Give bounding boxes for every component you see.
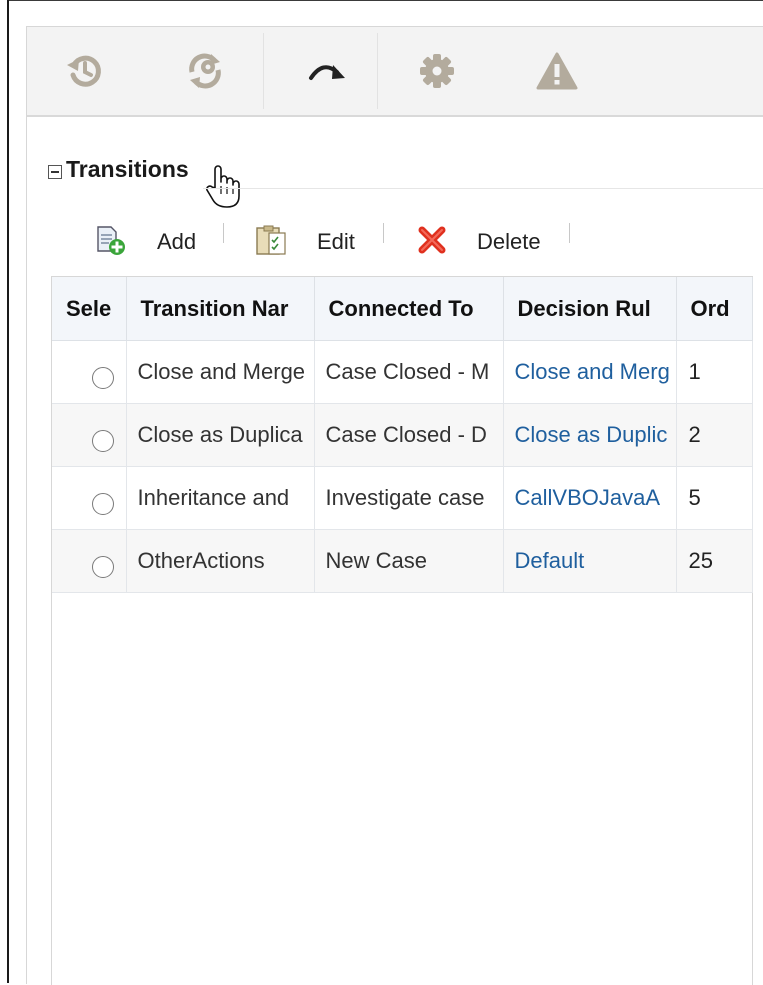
row-select-radio[interactable] <box>92 367 114 389</box>
hand-pointer-cursor-icon <box>205 164 241 215</box>
action-divider <box>223 223 224 243</box>
table-header-row: Sele Transition Nar Connected To Decisio… <box>52 277 753 341</box>
decision-rule-link[interactable]: CallVBOJavaA <box>503 466 677 530</box>
add-document-icon <box>95 225 127 263</box>
transitions-table: Sele Transition Nar Connected To Decisio… <box>51 276 753 985</box>
delete-x-icon <box>417 225 447 261</box>
order-cell: 25 <box>676 529 753 593</box>
row-select-radio[interactable] <box>92 493 114 515</box>
edit-clipboard-icon <box>255 225 287 263</box>
toolbar-divider <box>377 33 378 109</box>
redo-button[interactable] <box>293 27 363 115</box>
top-toolbar <box>27 27 763 117</box>
edit-label: Edit <box>317 229 355 254</box>
warnings-button[interactable] <box>527 27 587 115</box>
collapse-icon[interactable] <box>48 165 62 179</box>
section-divider <box>203 188 763 189</box>
transitions-panel: Transitions Add Edit Delete Sele Transit… <box>26 26 763 985</box>
warning-icon <box>535 51 579 91</box>
column-header-select[interactable]: Sele <box>52 277 127 341</box>
order-cell: 2 <box>676 403 753 467</box>
transition-name-cell: Close as Duplica <box>126 403 315 467</box>
connected-to-cell: Case Closed - D <box>314 403 504 467</box>
redo-arrow-icon <box>307 56 349 86</box>
toolbar-divider <box>263 33 264 109</box>
refresh-settings-button[interactable] <box>175 27 235 115</box>
history-button[interactable] <box>55 27 115 115</box>
table-row[interactable]: Close as Duplica Case Closed - D Close a… <box>52 403 753 467</box>
decision-rule-link[interactable]: Default <box>503 529 677 593</box>
connected-to-cell: New Case <box>314 529 504 593</box>
transitions-section-header[interactable]: Transitions <box>48 155 189 183</box>
transition-name-cell: Inheritance and <box>126 466 315 530</box>
decision-rule-link[interactable]: Close as Duplic <box>503 403 677 467</box>
order-cell: 5 <box>676 466 753 530</box>
delete-label: Delete <box>477 229 541 254</box>
table-row[interactable]: Close and Merge Case Closed - M Close an… <box>52 340 753 404</box>
window-top-border <box>7 0 763 1</box>
gear-icon <box>417 51 457 91</box>
row-select-radio[interactable] <box>92 556 114 578</box>
column-header-connected-to[interactable]: Connected To <box>314 277 504 341</box>
transition-name-cell: OtherActions <box>126 529 315 593</box>
section-title: Transitions <box>66 155 189 182</box>
column-header-transition-name[interactable]: Transition Nar <box>126 277 315 341</box>
settings-button[interactable] <box>407 27 467 115</box>
refresh-gear-icon <box>184 50 226 92</box>
history-icon <box>65 51 105 91</box>
column-header-order[interactable]: Ord <box>676 277 753 341</box>
column-header-decision-rule[interactable]: Decision Rul <box>503 277 677 341</box>
row-select-radio[interactable] <box>92 430 114 452</box>
connected-to-cell: Investigate case <box>314 466 504 530</box>
action-divider <box>569 223 570 243</box>
decision-rule-link[interactable]: Close and Merg <box>503 340 677 404</box>
order-cell: 1 <box>676 340 753 404</box>
add-label: Add <box>157 229 197 254</box>
transition-name-cell: Close and Merge <box>126 340 315 404</box>
action-divider <box>383 223 384 243</box>
connected-to-cell: Case Closed - M <box>314 340 504 404</box>
window-left-border <box>7 0 9 983</box>
table-row[interactable]: OtherActions New Case Default 25 <box>52 529 753 593</box>
table-row[interactable]: Inheritance and Investigate case CallVBO… <box>52 466 753 530</box>
